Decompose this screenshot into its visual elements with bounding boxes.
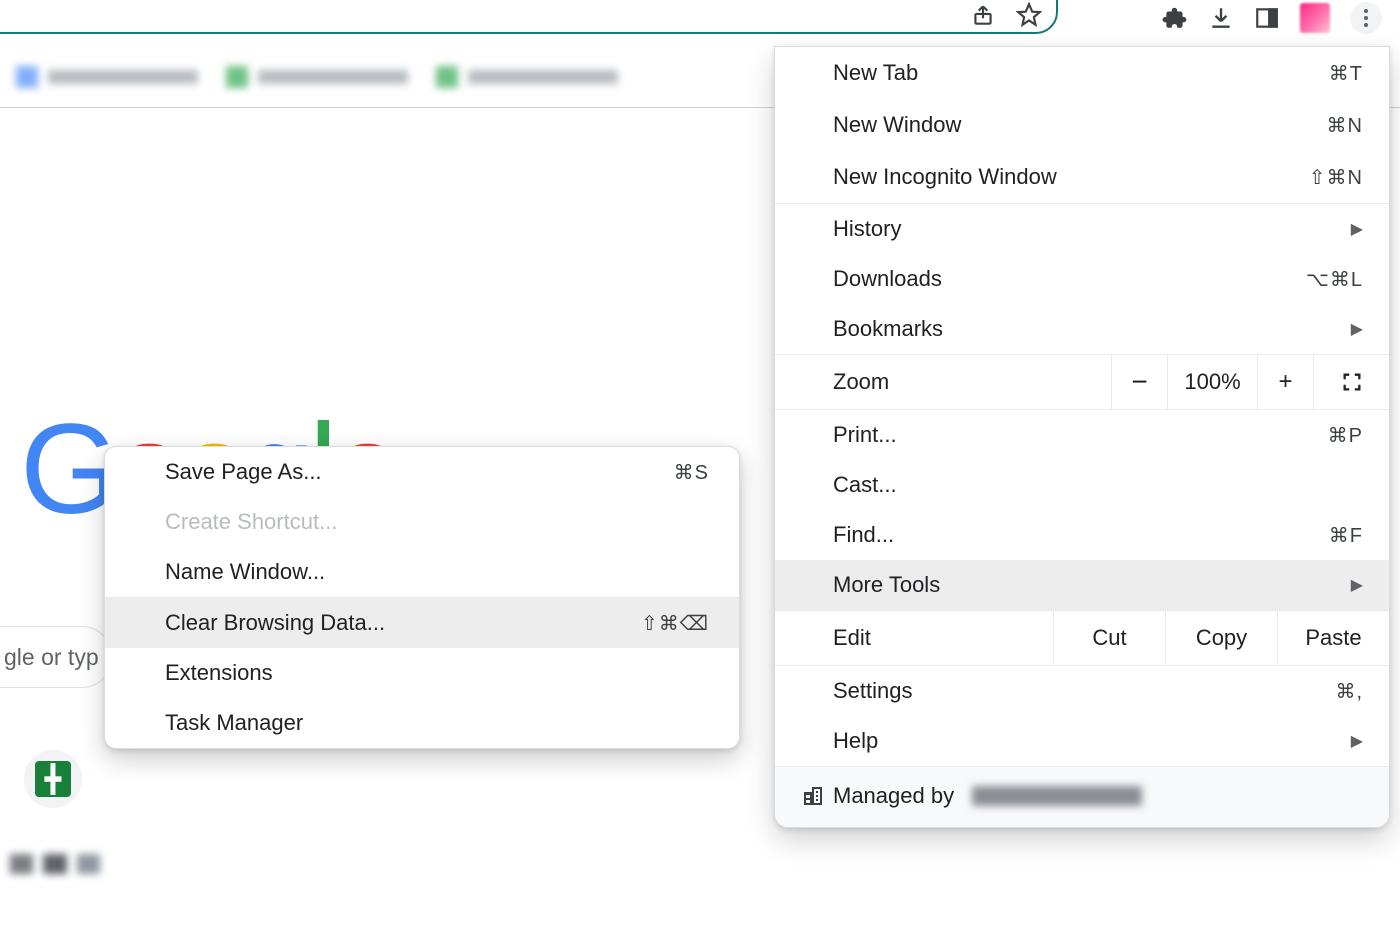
zoom-in-button[interactable]: + [1257, 355, 1313, 409]
edit-paste-button[interactable]: Paste [1277, 611, 1389, 665]
menu-new-window[interactable]: New Window ⌘N [775, 99, 1389, 151]
menu-help[interactable]: Help ▶ [775, 716, 1389, 766]
chevron-right-icon: ▶ [1351, 575, 1363, 595]
submenu-name-window[interactable]: Name Window... [105, 547, 739, 597]
submenu-save-page[interactable]: Save Page As... ⌘S [105, 447, 739, 497]
menu-settings[interactable]: Settings ⌘, [775, 666, 1389, 716]
menu-zoom: Zoom − 100% + [775, 354, 1389, 410]
menu-history[interactable]: History ▶ [775, 204, 1389, 254]
bookmark-item[interactable] [16, 66, 198, 88]
bookmark-item[interactable] [436, 66, 618, 88]
profile-avatar[interactable] [1300, 3, 1330, 33]
menu-cast[interactable]: Cast... [775, 460, 1389, 510]
address-bar[interactable] [0, 0, 1058, 34]
submenu-extensions[interactable]: Extensions [105, 648, 739, 698]
share-icon[interactable] [970, 2, 996, 28]
search-text: gle or typ [4, 644, 99, 671]
menu-new-incognito[interactable]: New Incognito Window ⇧⌘N [775, 151, 1389, 203]
toolbar-icons [1162, 2, 1382, 34]
menu-managed-by[interactable]: Managed by [775, 766, 1389, 827]
menu-print[interactable]: Print... ⌘P [775, 410, 1389, 460]
managed-prefix: Managed by [833, 783, 954, 809]
bookmark-star-icon[interactable] [1016, 2, 1042, 28]
chevron-right-icon: ▶ [1351, 319, 1363, 339]
fullscreen-button[interactable] [1313, 355, 1389, 409]
search-input-fragment[interactable]: gle or typ [0, 626, 112, 688]
menu-more-tools[interactable]: More Tools ▶ [775, 560, 1389, 610]
bookmark-item[interactable] [226, 66, 408, 88]
menu-new-tab[interactable]: New Tab ⌘T [775, 47, 1389, 99]
building-icon [801, 784, 825, 808]
menu-find[interactable]: Find... ⌘F [775, 510, 1389, 560]
edit-cut-button[interactable]: Cut [1053, 611, 1165, 665]
zoom-label: Zoom [775, 369, 1111, 395]
chrome-menu: New Tab ⌘T New Window ⌘N New Incognito W… [774, 46, 1390, 828]
shortcut-icon: ╋ [35, 761, 71, 797]
submenu-clear-browsing-data[interactable]: Clear Browsing Data... ⇧⌘⌫ [105, 598, 739, 648]
more-tools-submenu: Save Page As... ⌘S Create Shortcut... Na… [104, 446, 740, 749]
zoom-level: 100% [1167, 355, 1257, 409]
submenu-create-shortcut: Create Shortcut... [105, 497, 739, 547]
extensions-icon[interactable] [1162, 5, 1188, 31]
shortcut-tile[interactable]: ╋ [24, 750, 82, 808]
chevron-right-icon: ▶ [1351, 731, 1363, 751]
menu-downloads[interactable]: Downloads ⌥⌘L [775, 254, 1389, 304]
blurred-shortcut-row [10, 854, 100, 874]
menu-bookmarks[interactable]: Bookmarks ▶ [775, 304, 1389, 354]
menu-edit-row: Edit Cut Copy Paste [775, 610, 1389, 666]
menu-button[interactable] [1350, 2, 1382, 34]
submenu-task-manager[interactable]: Task Manager [105, 698, 739, 748]
chevron-right-icon: ▶ [1351, 219, 1363, 239]
zoom-out-button[interactable]: − [1111, 355, 1167, 409]
edit-label: Edit [775, 625, 1053, 651]
downloads-icon[interactable] [1208, 5, 1234, 31]
edit-copy-button[interactable]: Copy [1165, 611, 1277, 665]
side-panel-icon[interactable] [1254, 5, 1280, 31]
managed-org-blurred [972, 786, 1142, 806]
